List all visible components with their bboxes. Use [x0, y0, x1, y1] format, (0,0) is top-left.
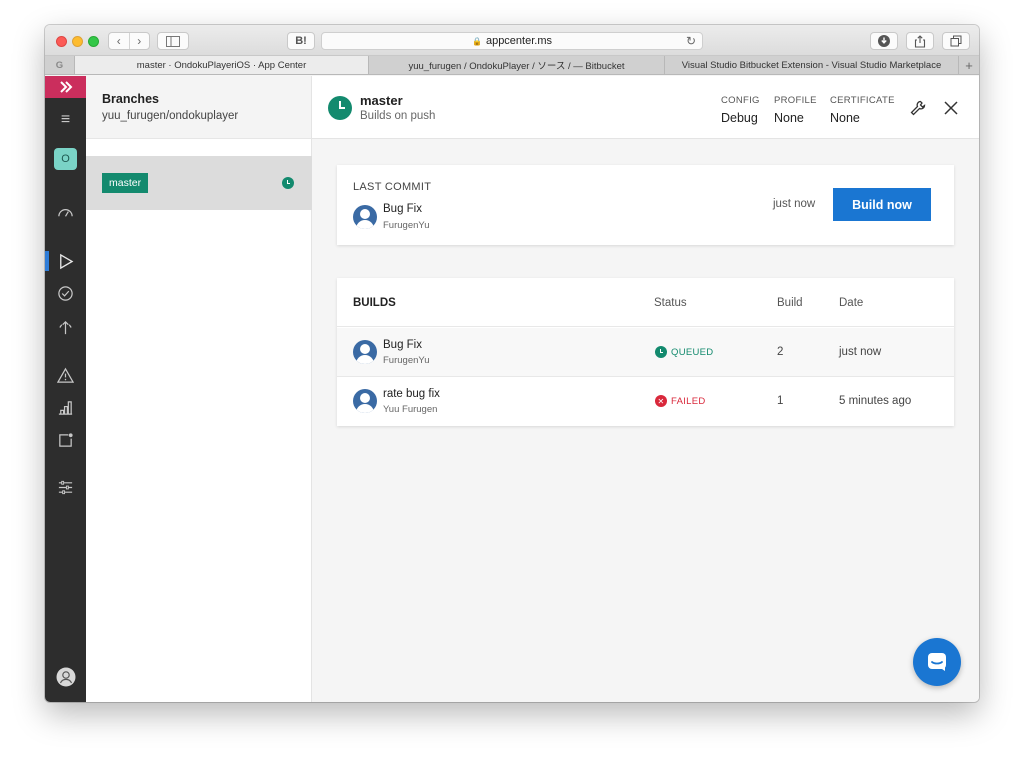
close-icon[interactable]	[941, 98, 961, 118]
builds-title: BUILDS	[353, 297, 396, 309]
tab-bitbucket[interactable]: yuu_furugen / OndokuPlayer / ソース / — Bit…	[369, 56, 665, 74]
hatena-bookmark-button[interactable]: B!	[287, 32, 315, 50]
tab-bar: G master · OndokuPlayeriOS · App Center …	[45, 56, 979, 75]
downloads-button[interactable]	[870, 32, 898, 50]
repo-name: yuu_furugen/ondokuplayer	[102, 110, 239, 122]
nav-buttons: ‹ ›	[108, 32, 150, 50]
branch-status-clock-icon	[328, 96, 352, 120]
distribute-icon[interactable]	[45, 316, 86, 338]
tab-marketplace[interactable]: Visual Studio Bitbucket Extension - Visu…	[665, 56, 959, 74]
diagnostics-warning-icon[interactable]	[45, 364, 86, 386]
date-column-header: Date	[839, 297, 864, 309]
commit-time: just now	[773, 198, 816, 210]
show-tabs-button[interactable]	[942, 32, 970, 50]
profile-value: None	[774, 111, 804, 125]
queued-clock-icon	[655, 346, 667, 358]
build-now-button[interactable]: Build now	[833, 188, 931, 221]
new-tab-button[interactable]: +	[959, 56, 979, 74]
analytics-chart-icon[interactable]	[45, 396, 86, 418]
close-window-button[interactable]	[56, 36, 67, 47]
app-center-logo[interactable]	[45, 76, 86, 98]
branch-name: master	[360, 93, 403, 108]
profile-meta: PROFILE None	[774, 95, 817, 125]
left-rail: ≡ O	[45, 76, 86, 702]
menu-icon[interactable]: ≡	[45, 109, 86, 131]
build-date: just now	[839, 346, 882, 358]
failed-x-icon: ✕	[655, 395, 667, 407]
app-initial: O	[54, 148, 77, 170]
branch-header: master Builds on push CONFIG Debug PROFI…	[312, 76, 979, 139]
queued-clock-icon	[282, 177, 294, 189]
builds-header: BUILDS Status Build Date	[337, 278, 954, 327]
share-icon	[914, 34, 926, 48]
build-title: Bug Fix	[383, 339, 422, 351]
url-text: appcenter.ms	[485, 35, 552, 47]
share-button[interactable]	[906, 32, 934, 50]
build-row[interactable]: Bug Fix FurugenYu QUEUED 2 just now	[337, 328, 954, 377]
tab-app-center[interactable]: master · OndokuPlayeriOS · App Center	[75, 56, 369, 74]
commit-title: Bug Fix	[383, 203, 422, 215]
certificate-meta: CERTIFICATE None	[830, 95, 895, 125]
last-commit-label: LAST COMMIT	[353, 181, 432, 193]
branch-subtitle: Builds on push	[360, 110, 436, 122]
g-tab-icon[interactable]: G	[45, 56, 75, 74]
sidebar-toggle-button[interactable]	[157, 32, 189, 50]
page-content: ≡ O Branches yuu_furugen/ondokuplayer ma…	[45, 76, 979, 702]
branch-row-master[interactable]: master	[86, 156, 312, 210]
status-badge: ✕ FAILED	[655, 395, 706, 407]
commit-author-avatar	[353, 205, 377, 229]
build-number: 1	[777, 395, 784, 407]
build-play-icon[interactable]	[45, 250, 86, 272]
certificate-value: None	[830, 111, 860, 125]
reload-icon[interactable]: ↻	[686, 34, 696, 48]
configure-wrench-icon[interactable]	[908, 98, 928, 118]
config-value: Debug	[721, 111, 758, 125]
status-column-header: Status	[654, 297, 687, 309]
branches-title: Branches	[102, 92, 159, 106]
branches-header: Branches yuu_furugen/ondokuplayer	[86, 76, 311, 139]
build-author-avatar	[353, 340, 377, 364]
browser-toolbar: ‹ › B! 🔒 appcenter.ms ↻	[45, 25, 979, 56]
profile-label: PROFILE	[774, 95, 817, 106]
status-badge: QUEUED	[655, 346, 713, 358]
address-bar[interactable]: 🔒 appcenter.ms ↻	[321, 32, 703, 50]
user-avatar-icon[interactable]	[45, 666, 86, 688]
branches-panel: Branches yuu_furugen/ondokuplayer master	[86, 76, 312, 702]
zoom-window-button[interactable]	[88, 36, 99, 47]
build-author: FurugenYu	[383, 355, 430, 366]
download-icon	[878, 35, 890, 47]
build-date: 5 minutes ago	[839, 395, 912, 407]
chat-button[interactable]	[913, 638, 961, 686]
sidebar-icon	[166, 35, 180, 47]
back-icon[interactable]: ‹	[109, 33, 130, 49]
app-avatar[interactable]: O	[45, 148, 86, 170]
certificate-label: CERTIFICATE	[830, 95, 895, 106]
branch-tag: master	[102, 173, 149, 193]
build-author: Yuu Furugen	[383, 404, 438, 415]
minimize-window-button[interactable]	[72, 36, 83, 47]
builds-card: BUILDS Status Build Date Bug Fix Furugen…	[337, 278, 954, 426]
last-commit-card: LAST COMMIT Bug Fix FurugenYu just now B…	[337, 165, 954, 245]
status-text: FAILED	[671, 395, 706, 407]
build-row[interactable]: rate bug fix Yuu Furugen ✕ FAILED 1 5 mi…	[337, 377, 954, 426]
commit-author: FurugenYu	[383, 220, 430, 231]
chat-icon	[928, 653, 946, 671]
build-number: 2	[777, 346, 784, 358]
browser-window: ‹ › B! 🔒 appcenter.ms ↻ G master · Ondok…	[45, 25, 979, 702]
app-center-logo-icon	[59, 81, 72, 93]
settings-sliders-icon[interactable]	[45, 476, 86, 498]
forward-icon[interactable]: ›	[130, 33, 150, 49]
build-column-header: Build	[777, 297, 803, 309]
overview-gauge-icon[interactable]	[45, 201, 86, 223]
build-author-avatar	[353, 389, 377, 413]
build-title: rate bug fix	[383, 388, 440, 400]
lock-icon: 🔒	[471, 36, 482, 46]
branch-detail: master Builds on push CONFIG Debug PROFI…	[312, 76, 979, 702]
push-notification-icon[interactable]	[45, 429, 86, 451]
config-label: CONFIG	[721, 95, 760, 106]
tabs-icon	[950, 35, 962, 47]
config-meta: CONFIG Debug	[721, 95, 760, 125]
status-text: QUEUED	[671, 346, 714, 358]
test-check-icon[interactable]	[45, 282, 86, 304]
